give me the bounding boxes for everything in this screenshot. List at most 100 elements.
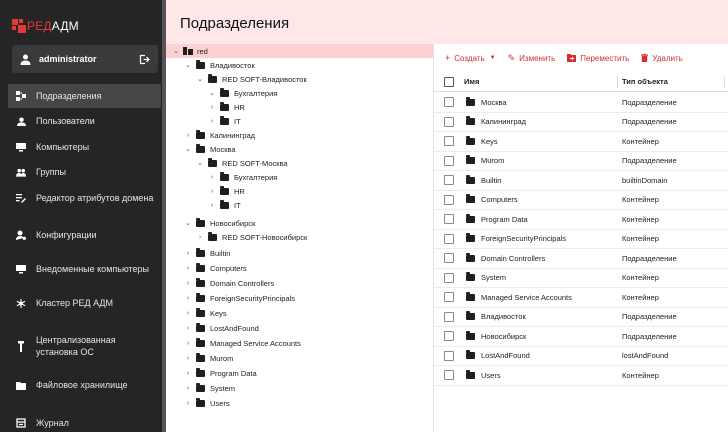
chevron-down-icon[interactable]: ⌄: [196, 75, 204, 83]
chevron-down-icon[interactable]: ⌄: [184, 219, 192, 227]
nav-item-org-units[interactable]: Подразделения: [8, 84, 161, 108]
row-checkbox[interactable]: [444, 194, 454, 205]
table-row[interactable]: ForeignSecurityPrincipals Контейнер: [434, 230, 728, 249]
move-button[interactable]: Переместить: [567, 54, 629, 63]
nav-item-users[interactable]: Пользователи: [8, 109, 161, 133]
chevron-right-icon[interactable]: ›: [208, 188, 216, 195]
create-button[interactable]: + Создать ▼: [445, 53, 496, 63]
table-row[interactable]: Keys Контейнер: [434, 132, 728, 152]
table-row[interactable]: Domain Controllers Подразделение: [434, 249, 728, 269]
tree-node[interactable]: ⌄ Владивосток: [166, 58, 433, 72]
column-header-name[interactable]: Имя: [464, 77, 479, 86]
table-row[interactable]: LostAndFound lostAndFound: [434, 347, 728, 366]
column-divider[interactable]: [724, 76, 725, 88]
table-row[interactable]: Murom Подразделение: [434, 152, 728, 171]
nav-item-computers[interactable]: Компьютеры: [8, 135, 161, 159]
chevron-right-icon[interactable]: ›: [208, 202, 216, 209]
row-checkbox[interactable]: [444, 272, 454, 283]
chevron-right-icon[interactable]: ›: [208, 174, 216, 181]
nav-item-non-domain-computers[interactable]: Внедоменные компьютеры: [8, 257, 161, 281]
tree-node[interactable]: › Keys: [166, 306, 433, 320]
chevron-right-icon[interactable]: ›: [184, 132, 192, 139]
chevron-right-icon[interactable]: ›: [184, 310, 192, 317]
nav-item-os-install[interactable]: Централизованная установка ОС: [8, 329, 161, 363]
table-row[interactable]: Managed Service Accounts Контейнер: [434, 288, 728, 308]
table-row[interactable]: Новосибирск Подразделение: [434, 327, 728, 347]
table-row[interactable]: System Контейнер: [434, 269, 728, 288]
tree-node[interactable]: › Users: [166, 396, 433, 410]
tree-node[interactable]: › Managed Service Accounts: [166, 336, 433, 350]
logout-icon[interactable]: [139, 54, 150, 65]
tree-node[interactable]: › Калининград: [166, 128, 433, 142]
nav-item-groups[interactable]: Группы: [8, 160, 161, 184]
tree-node[interactable]: ⌄ Москва: [166, 142, 433, 156]
chevron-right-icon[interactable]: ›: [208, 104, 216, 111]
chevron-right-icon[interactable]: ›: [184, 265, 192, 272]
row-checkbox[interactable]: [444, 253, 454, 264]
row-checkbox[interactable]: [444, 175, 454, 186]
tree-node[interactable]: › Murom: [166, 351, 433, 365]
chevron-right-icon[interactable]: ›: [184, 295, 192, 302]
app-logo[interactable]: РЕДАДМ: [12, 16, 79, 36]
tree-node[interactable]: › Бухгалтерия: [166, 170, 433, 184]
tree-node[interactable]: › HR: [166, 184, 433, 198]
nav-item-file-storage[interactable]: Файловое хранилище: [8, 373, 161, 397]
row-checkbox[interactable]: [444, 136, 454, 147]
table-row[interactable]: Program Data Контейнер: [434, 210, 728, 230]
chevron-down-icon[interactable]: ⌄: [184, 145, 192, 153]
table-row[interactable]: Калининград Подразделение: [434, 113, 728, 132]
select-all-checkbox[interactable]: [444, 76, 454, 87]
table-row[interactable]: Владивосток Подразделение: [434, 308, 728, 327]
tree-node[interactable]: › RED SOFT-Новосибирск: [166, 230, 433, 244]
chevron-right-icon[interactable]: ›: [184, 370, 192, 377]
tree-node[interactable]: › System: [166, 381, 433, 395]
nav-item-configurations[interactable]: Конфигурации: [8, 223, 161, 247]
column-divider[interactable]: [617, 76, 618, 88]
delete-button[interactable]: Удалить: [641, 54, 683, 63]
chevron-right-icon[interactable]: ›: [184, 280, 192, 287]
nav-item-cluster[interactable]: Кластер РЕД АДМ: [8, 291, 161, 315]
table-row[interactable]: Москва Подразделение: [434, 93, 728, 113]
row-checkbox[interactable]: [444, 331, 454, 342]
edit-button[interactable]: ✎ Изменить: [508, 53, 556, 64]
chevron-right-icon[interactable]: ›: [184, 340, 192, 347]
table-row[interactable]: Computers Контейнер: [434, 191, 728, 210]
tree-node[interactable]: › Program Data: [166, 366, 433, 380]
chevron-down-icon[interactable]: ⌄: [172, 47, 180, 55]
tree-node[interactable]: ⌄ RED SOFT-Владивосток: [166, 72, 433, 86]
tree-node-red[interactable]: ⌄ red: [166, 44, 433, 58]
chevron-down-icon[interactable]: ⌄: [184, 61, 192, 69]
chevron-down-icon[interactable]: ⌄: [208, 89, 216, 97]
row-checkbox[interactable]: [444, 97, 454, 108]
tree-node[interactable]: › Domain Controllers: [166, 276, 433, 290]
chevron-right-icon[interactable]: ›: [184, 325, 192, 332]
row-checkbox[interactable]: [444, 116, 454, 127]
column-header-type[interactable]: Тип объекта: [622, 77, 668, 86]
tree-node[interactable]: › IT: [166, 198, 433, 212]
chevron-right-icon[interactable]: ›: [184, 355, 192, 362]
chevron-right-icon[interactable]: ›: [184, 250, 192, 257]
nav-item-attribute-editor[interactable]: Редактор атрибутов домена: [8, 186, 161, 210]
tree-node[interactable]: ⌄ Новосибирск: [166, 216, 433, 230]
chevron-right-icon[interactable]: ›: [196, 234, 204, 241]
tree-node[interactable]: › Computers: [166, 261, 433, 275]
tree-node[interactable]: › HR: [166, 100, 433, 114]
tree-node[interactable]: › ForeignSecurityPrincipals: [166, 291, 433, 305]
tree-node[interactable]: ⌄ Бухгалтерия: [166, 86, 433, 100]
row-checkbox[interactable]: [444, 370, 454, 381]
nav-item-journal[interactable]: Журнал: [8, 411, 161, 432]
row-checkbox[interactable]: [444, 292, 454, 303]
chevron-right-icon[interactable]: ›: [208, 118, 216, 125]
tree-node[interactable]: › IT: [166, 114, 433, 128]
table-row[interactable]: Builtin builtinDomain: [434, 171, 728, 191]
row-checkbox[interactable]: [444, 155, 454, 166]
tree-node[interactable]: ⌄ RED SOFT-Москва: [166, 156, 433, 170]
row-checkbox[interactable]: [444, 311, 454, 322]
row-checkbox[interactable]: [444, 350, 454, 361]
row-checkbox[interactable]: [444, 214, 454, 225]
tree-node[interactable]: › Builtin: [166, 246, 433, 260]
chevron-right-icon[interactable]: ›: [184, 385, 192, 392]
tree-node[interactable]: › LostAndFound: [166, 321, 433, 335]
chevron-right-icon[interactable]: ›: [184, 400, 192, 407]
row-checkbox[interactable]: [444, 233, 454, 244]
